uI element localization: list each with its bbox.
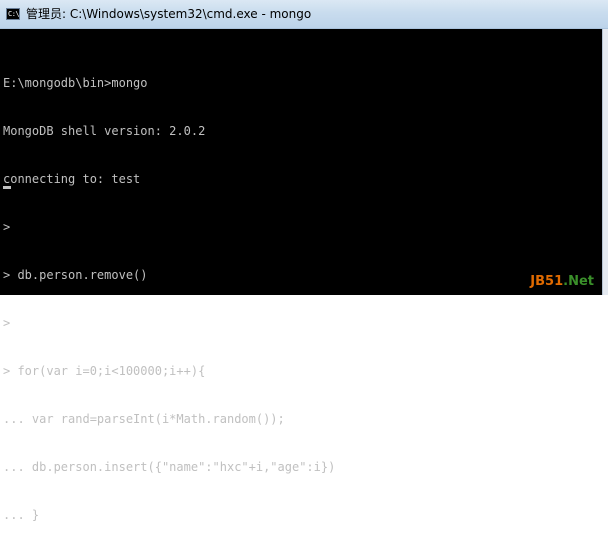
console-line: E:\mongodb\bin>mongo <box>3 76 148 90</box>
console-icon[interactable]: C:\ <box>6 8 20 20</box>
console-line: MongoDB shell version: 2.0.2 <box>3 124 206 138</box>
cmd-window: C:\ 管理员: C:\Windows\system32\cmd.exe - m… <box>0 0 608 522</box>
console-line: > for(var i=0;i<100000;i++){ <box>3 364 206 378</box>
console-line: ... } <box>3 508 40 522</box>
text-cursor <box>3 186 11 189</box>
title-bar[interactable]: C:\ 管理员: C:\Windows\system32\cmd.exe - m… <box>0 0 608 29</box>
console-output[interactable]: E:\mongodb\bin>mongo MongoDB shell versi… <box>0 29 602 522</box>
console-line: connecting to: test <box>3 172 141 186</box>
watermark-domain: .Net <box>563 274 594 289</box>
console-lines: E:\mongodb\bin>mongo MongoDB shell versi… <box>3 43 335 555</box>
console-line: > <box>3 220 11 234</box>
watermark-brand: JB51 <box>530 274 564 289</box>
console-line: ... var rand=parseInt(i*Math.random()); <box>3 412 285 426</box>
console-line: ... db.person.insert({"name":"hxc"+i,"ag… <box>3 460 336 474</box>
window-title: 管理员: C:\Windows\system32\cmd.exe - mongo <box>26 7 312 21</box>
console-line: > db.person.remove() <box>3 268 148 282</box>
console-line: > <box>3 316 11 330</box>
scrollbar[interactable] <box>602 29 608 295</box>
site-watermark: JB51.Net <box>530 274 594 289</box>
